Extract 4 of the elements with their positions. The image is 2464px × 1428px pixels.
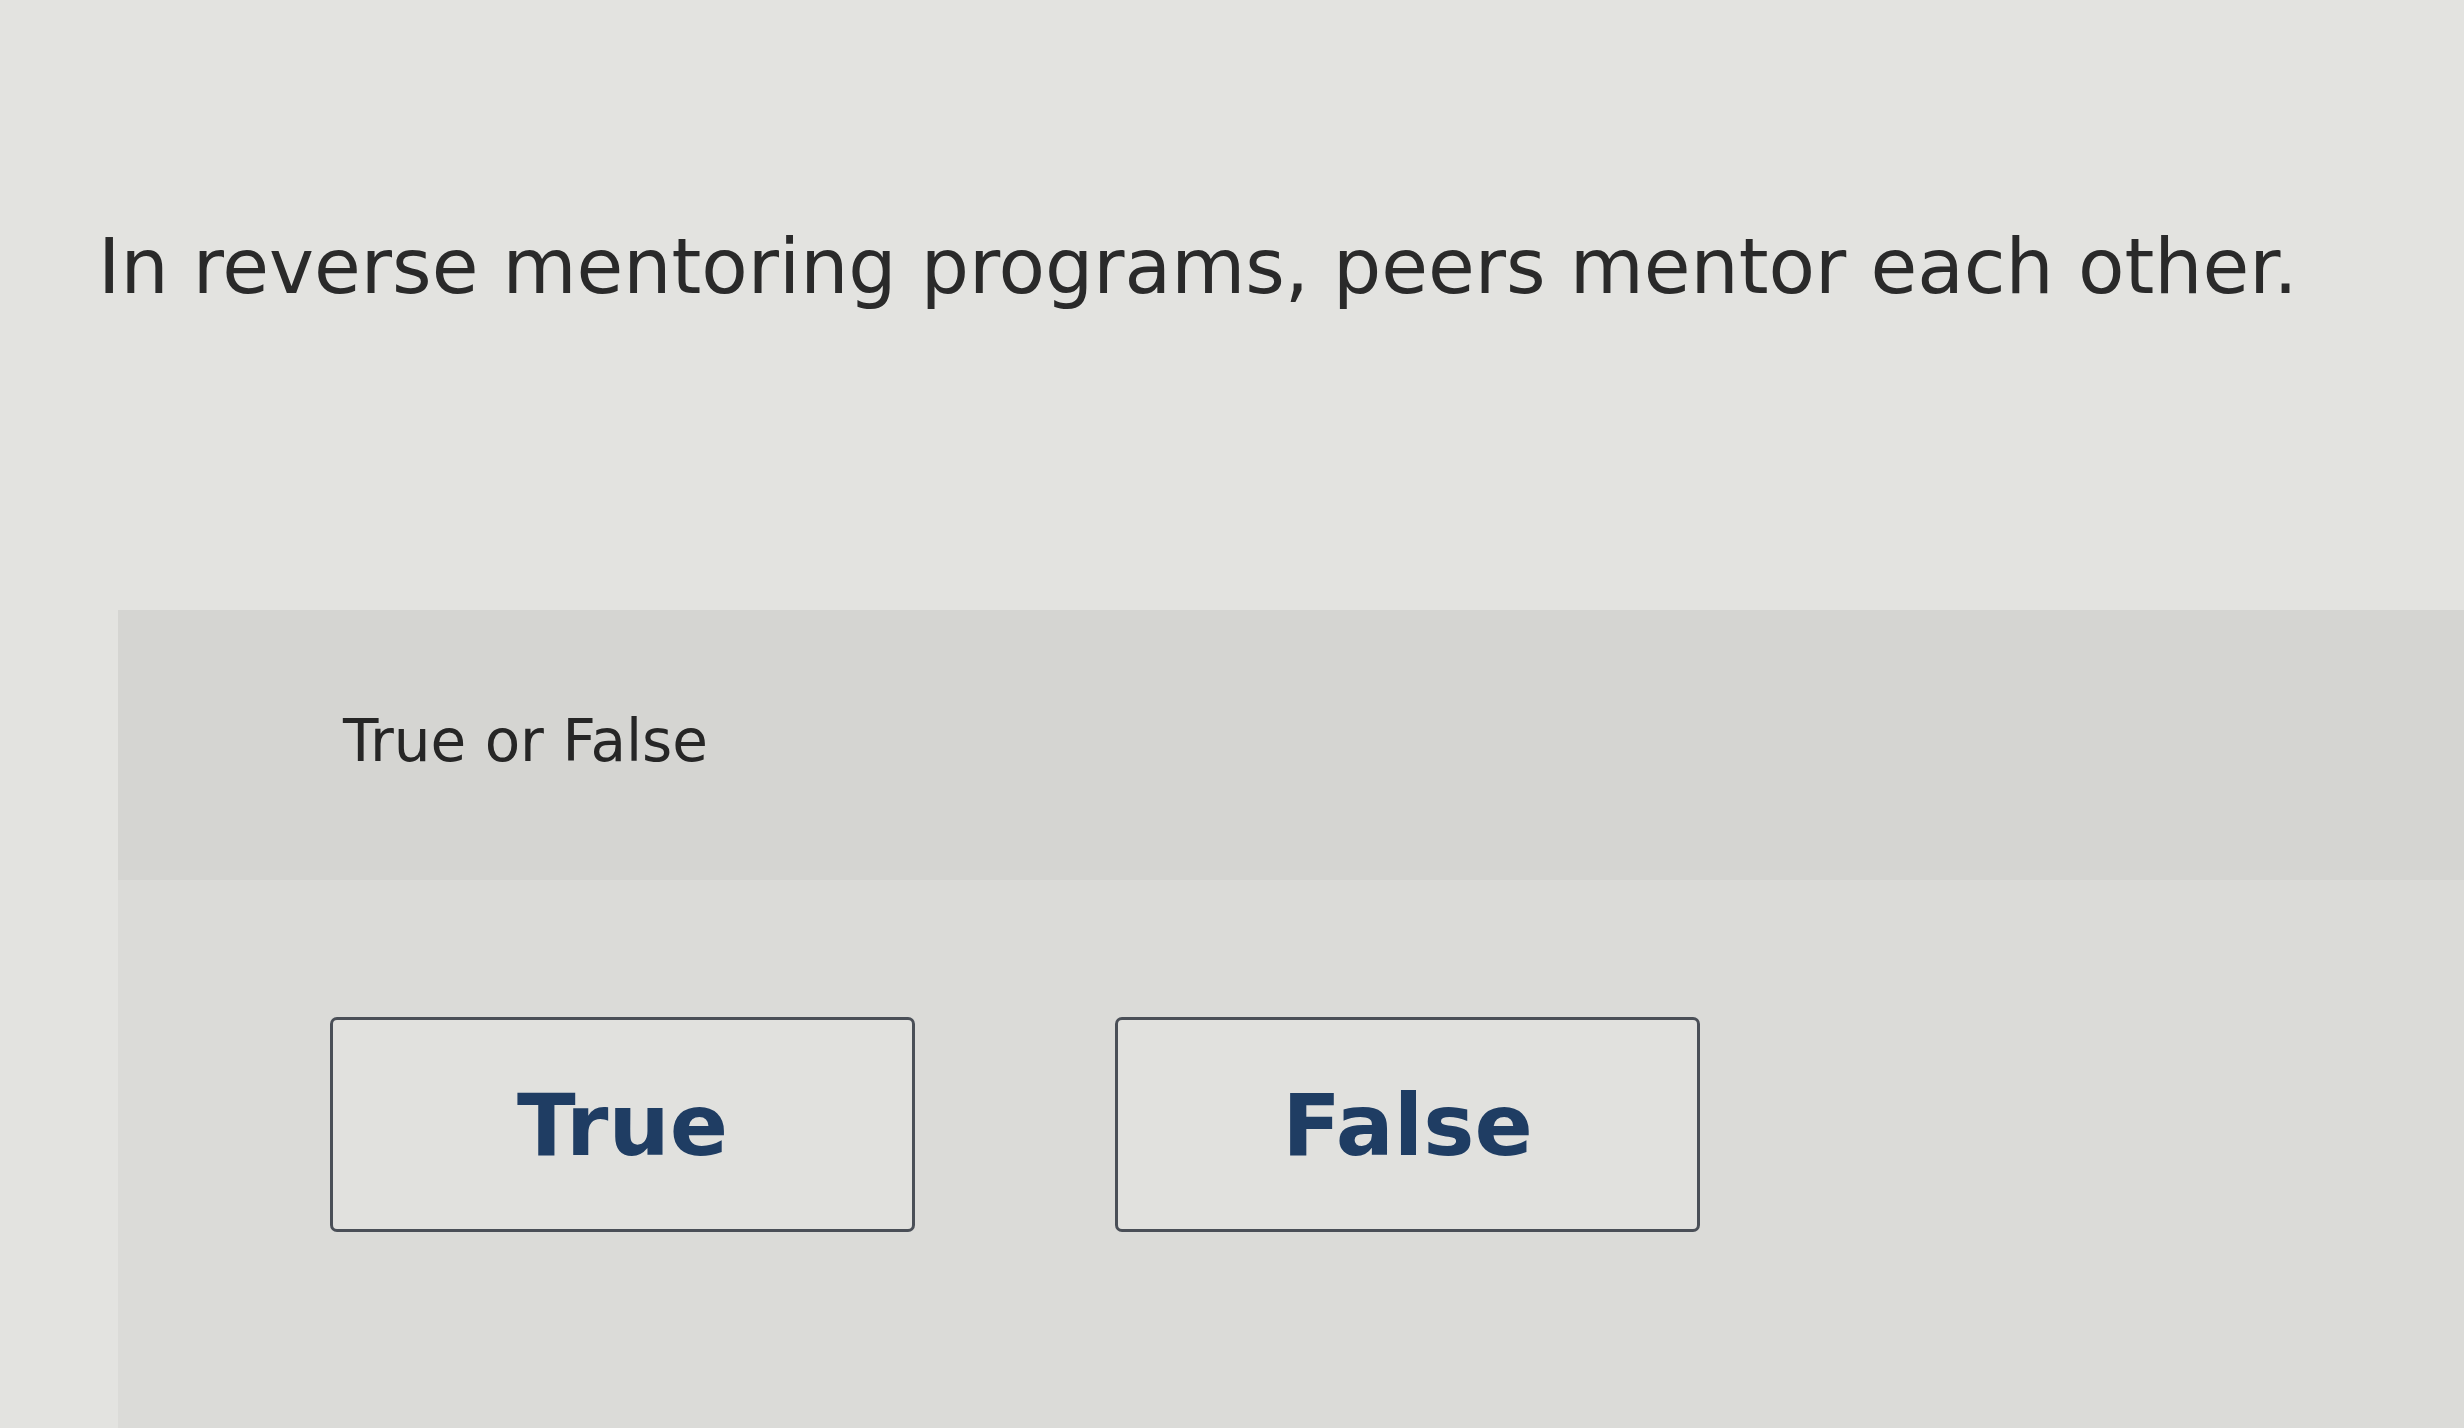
answer-option-button[interactable]: True — [330, 1017, 915, 1232]
question-text: In reverse mentoring programs, peers mentor each other. — [98, 225, 2298, 309]
prompt-label: True or False — [343, 707, 708, 775]
answer-option-button[interactable]: False — [1115, 1017, 1700, 1232]
